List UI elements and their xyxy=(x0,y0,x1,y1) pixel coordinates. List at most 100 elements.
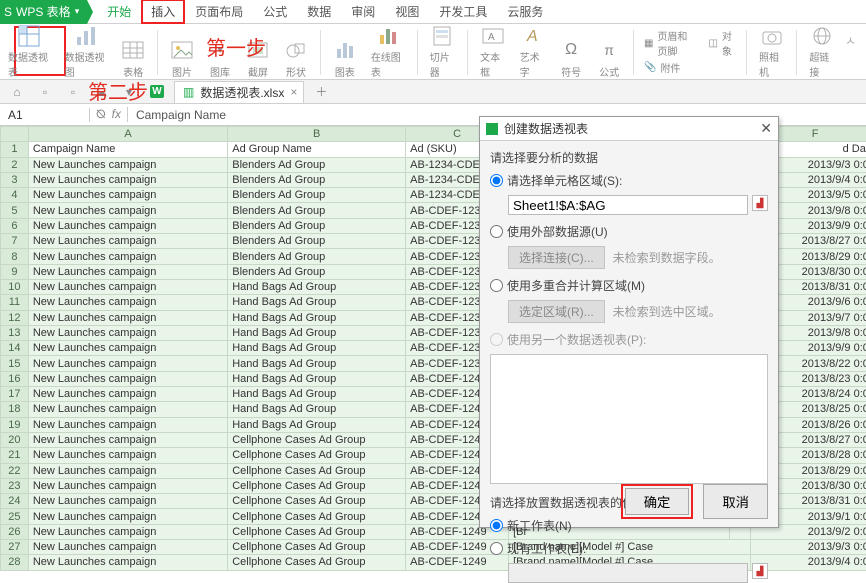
menu-view[interactable]: 视图 xyxy=(385,0,429,24)
ribbon-camera[interactable]: 照相机 xyxy=(755,26,789,79)
radio-multi[interactable] xyxy=(490,279,503,292)
ribbon-gallery[interactable]: ▾图库 xyxy=(204,26,236,79)
cell[interactable]: New Launches campaign xyxy=(28,356,227,371)
ribbon-hyperlink[interactable]: 超链接 xyxy=(805,26,839,79)
row-header[interactable]: 22 xyxy=(1,463,29,478)
menu-insert[interactable]: 插入 xyxy=(141,0,185,24)
row-header[interactable]: 25 xyxy=(1,509,29,524)
cell[interactable]: New Launches campaign xyxy=(28,172,227,187)
more-icon[interactable]: ▾ xyxy=(118,83,140,101)
row-header[interactable]: 3 xyxy=(1,172,29,187)
col-A[interactable]: A xyxy=(28,127,227,142)
row-header[interactable]: 5 xyxy=(1,203,29,218)
row-header[interactable]: 27 xyxy=(1,540,29,555)
cell[interactable]: New Launches campaign xyxy=(28,234,227,249)
row-header[interactable]: 4 xyxy=(1,188,29,203)
cell[interactable]: Hand Bags Ad Group xyxy=(228,325,406,340)
radio-existsheet[interactable] xyxy=(490,542,503,555)
opt-new-sheet[interactable]: 新工作表(N) xyxy=(490,517,768,534)
fx-cancel-icon[interactable]: ⦰ xyxy=(96,107,106,122)
cell[interactable]: Campaign Name xyxy=(28,142,227,157)
menu-layout[interactable]: 页面布局 xyxy=(185,0,253,24)
cell[interactable]: Blenders Ad Group xyxy=(228,157,406,172)
ribbon-object[interactable]: ◫对象 xyxy=(706,28,738,58)
cell[interactable]: Cellphone Cases Ad Group xyxy=(228,509,406,524)
row-header[interactable]: 1 xyxy=(1,142,29,157)
cell[interactable]: New Launches campaign xyxy=(28,524,227,539)
doc-tab-active[interactable]: ▥ 数据透视表.xlsx × xyxy=(174,81,304,103)
ribbon-onlinechart[interactable]: 在线图表 xyxy=(367,26,409,79)
menu-dev[interactable]: 开发工具 xyxy=(429,0,497,24)
cell[interactable]: New Launches campaign xyxy=(28,341,227,356)
cell[interactable]: Cellphone Cases Ad Group xyxy=(228,555,406,570)
ribbon-pivotchart[interactable]: 数据透视图 xyxy=(61,26,112,79)
cell[interactable]: New Launches campaign xyxy=(28,463,227,478)
name-box[interactable]: A1 xyxy=(0,108,90,122)
cell[interactable]: New Launches campaign xyxy=(28,310,227,325)
cell[interactable]: Hand Bags Ad Group xyxy=(228,387,406,402)
row-header[interactable]: 15 xyxy=(1,356,29,371)
row-header[interactable]: 12 xyxy=(1,310,29,325)
ribbon-picture[interactable]: 图片 xyxy=(166,26,198,79)
opt-external[interactable]: 使用外部数据源(U) xyxy=(490,223,768,240)
row-header[interactable]: 2 xyxy=(1,157,29,172)
cell[interactable]: New Launches campaign xyxy=(28,494,227,509)
formula-value[interactable]: Campaign Name xyxy=(128,108,234,122)
row-header[interactable]: 16 xyxy=(1,371,29,386)
cell[interactable]: New Launches campaign xyxy=(28,509,227,524)
cell[interactable]: Blenders Ad Group xyxy=(228,218,406,233)
cell[interactable]: Blenders Ad Group xyxy=(228,203,406,218)
cell[interactable]: Hand Bags Ad Group xyxy=(228,371,406,386)
cell[interactable]: Cellphone Cases Ad Group xyxy=(228,494,406,509)
radio-newsheet[interactable] xyxy=(490,519,503,532)
cell[interactable]: Cellphone Cases Ad Group xyxy=(228,524,406,539)
opt-exist-sheet[interactable]: 现有工作表(E): xyxy=(490,540,768,557)
ribbon-equation[interactable]: π公式 xyxy=(593,26,625,79)
dialog-close-icon[interactable]: ✕ xyxy=(760,120,772,137)
ribbon-symbol[interactable]: Ω符号 xyxy=(555,26,587,79)
cell[interactable]: Hand Bags Ad Group xyxy=(228,341,406,356)
cell[interactable]: New Launches campaign xyxy=(28,402,227,417)
cell[interactable]: Hand Bags Ad Group xyxy=(228,402,406,417)
cell[interactable]: Hand Bags Ad Group xyxy=(228,295,406,310)
range-input[interactable] xyxy=(508,195,748,215)
cell[interactable]: New Launches campaign xyxy=(28,203,227,218)
cell[interactable]: Cellphone Cases Ad Group xyxy=(228,463,406,478)
add-tab[interactable]: ＋ xyxy=(310,83,332,101)
close-icon[interactable]: × xyxy=(290,85,297,99)
cell[interactable]: Blenders Ad Group xyxy=(228,234,406,249)
cell[interactable]: Hand Bags Ad Group xyxy=(228,356,406,371)
ribbon-pivottable[interactable]: 数据透视表 xyxy=(4,26,55,79)
dropdown-icon[interactable]: ▾ xyxy=(75,6,80,17)
cell[interactable]: New Launches campaign xyxy=(28,264,227,279)
row-header[interactable]: 10 xyxy=(1,279,29,294)
ribbon-screenshot[interactable]: 截屏 xyxy=(242,26,274,79)
menu-formula[interactable]: 公式 xyxy=(253,0,297,24)
cell[interactable]: New Launches campaign xyxy=(28,387,227,402)
cell[interactable]: New Launches campaign xyxy=(28,478,227,493)
ribbon-shapes[interactable]: 形状 xyxy=(280,26,312,79)
cell[interactable]: Cellphone Cases Ad Group xyxy=(228,448,406,463)
cell[interactable]: New Launches campaign xyxy=(28,279,227,294)
row-header[interactable]: 21 xyxy=(1,448,29,463)
cell[interactable]: Cellphone Cases Ad Group xyxy=(228,432,406,447)
row-header[interactable]: 19 xyxy=(1,417,29,432)
ribbon-collapse-icon[interactable]: ㅅ xyxy=(845,26,862,79)
opt-multi[interactable]: 使用多重合并计算区域(M) xyxy=(490,277,768,294)
cell[interactable]: Ad Group Name xyxy=(228,142,406,157)
cell[interactable]: New Launches campaign xyxy=(28,540,227,555)
cell[interactable]: New Launches campaign xyxy=(28,218,227,233)
row-header[interactable]: 8 xyxy=(1,249,29,264)
doc-browser-icon[interactable]: ▫ xyxy=(34,83,56,101)
col-B[interactable]: B xyxy=(228,127,406,142)
radio-external[interactable] xyxy=(490,225,503,238)
menu-cloud[interactable]: 云服务 xyxy=(497,0,553,24)
row-header[interactable]: 17 xyxy=(1,387,29,402)
row-header[interactable]: 11 xyxy=(1,295,29,310)
cell[interactable]: Blenders Ad Group xyxy=(228,249,406,264)
cell[interactable]: New Launches campaign xyxy=(28,295,227,310)
ribbon-attachment[interactable]: 📎附件 xyxy=(642,60,682,75)
cell[interactable]: Hand Bags Ad Group xyxy=(228,310,406,325)
row-header[interactable]: 24 xyxy=(1,494,29,509)
ok-button[interactable]: 确定 xyxy=(625,488,690,515)
